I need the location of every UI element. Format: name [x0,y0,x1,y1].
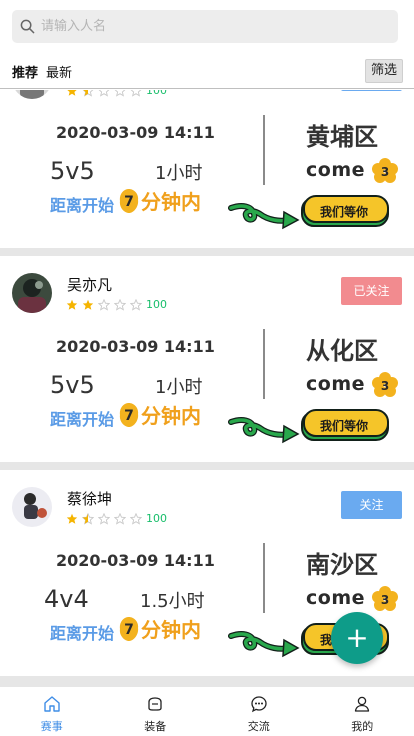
star-full-icon [67,90,77,96]
search-input[interactable] [41,10,381,43]
svg-text:7: 7 [124,408,134,424]
rating-stars: 100 [66,512,167,525]
rating-score: 100 [146,298,167,311]
countdown-badge-icon: 7 [119,617,139,641]
star-empty-icon [114,512,126,525]
svg-text:3: 3 [381,593,389,607]
countdown-text: 分钟内 [141,190,201,214]
match-mode: 5v5 [50,157,95,185]
flower-badge-icon: 3 [372,586,398,611]
svg-text:7: 7 [124,194,134,210]
tab-bar: 推荐 最新 筛选 [0,56,414,89]
star-empty-icon [114,298,126,311]
rating-score: 100 [146,90,167,97]
match-mode: 5v5 [50,371,95,399]
match-datetime: 2020-03-09 14:11 [56,123,215,142]
nav-label: 装备 [144,720,167,733]
tab-recommend[interactable]: 推荐 [12,62,38,81]
nav-label: 赛事 [40,720,63,733]
nav-label: 我的 [351,720,374,733]
star-full-icon [82,299,94,310]
match-duration: 1.5小时 [140,591,205,612]
svg-text:3: 3 [381,165,389,179]
star-full-icon [66,299,78,310]
star-full-icon [66,513,78,524]
divider [263,329,265,399]
start-label: 距离开始 [50,196,115,215]
match-mode: 4v4 [44,585,89,613]
flower-badge-icon: 3 [372,158,398,183]
arrow-icon [228,203,300,230]
avatar[interactable] [12,487,52,527]
wait-button[interactable]: 我们等你 [300,417,388,434]
star-empty-icon [131,90,141,97]
come-text: come [306,587,365,609]
chat-icon [251,696,267,713]
star-half-icon [83,90,93,97]
flower-badge-icon: 3 [372,372,398,397]
star-half-icon [82,512,94,525]
search-icon [20,19,35,34]
star-empty-icon [115,90,125,97]
nav-item-mine[interactable]: 我的 [311,687,414,736]
avatar[interactable] [12,90,52,99]
follow-button[interactable]: 关注 [341,491,402,519]
search-bar[interactable] [12,10,398,43]
start-label: 距离开始 [50,624,115,643]
star-empty-icon [98,512,110,525]
countdown-text: 分钟内 [141,618,201,642]
user-name: 蔡徐坤 [67,490,113,508]
user-icon [355,696,370,712]
filter-button[interactable]: 筛选 [365,59,403,83]
nav-label: 交流 [247,720,270,733]
add-match-button[interactable]: + [331,612,383,664]
divider [263,115,265,185]
district-name: 从化区 [306,337,378,365]
nav-item-events[interactable]: 赛事 [0,687,104,736]
start-label: 距离开始 [50,410,115,429]
bottom-nav: 赛事 装备 交流 我的 [0,686,414,736]
match-card[interactable]: 吴亦凡 100 已关注 2020-03-09 14:11 5v5 1小时 距离开… [0,256,414,462]
gear-bag-icon [148,697,162,711]
rating-score: 100 [146,512,167,525]
svg-text:3: 3 [381,379,389,393]
countdown-badge-icon: 7 [119,189,139,213]
user-name: 吴亦凡 [67,276,113,294]
match-card[interactable]: 100 2020-03-09 14:11 5v5 1小时 距离开始 7 分钟内 … [0,90,414,248]
followed-button[interactable]: 已关注 [341,277,402,305]
come-text: come [306,373,365,395]
tab-latest[interactable]: 最新 [46,62,72,81]
star-empty-icon [130,298,142,311]
star-empty-icon [99,90,109,97]
nav-item-chat[interactable]: 交流 [207,687,311,736]
rating-stars: 100 [66,298,167,311]
star-empty-icon [98,298,110,311]
match-list[interactable]: 100 2020-03-09 14:11 5v5 1小时 距离开始 7 分钟内 … [0,90,414,686]
home-icon [44,696,60,712]
district-name: 南沙区 [306,551,378,579]
follow-button[interactable] [341,90,402,91]
star-empty-icon [130,512,142,525]
district-name: 黄埔区 [306,123,378,151]
wait-button[interactable]: 我们等你 [300,203,388,220]
match-duration: 1小时 [155,163,203,184]
nav-item-equipment[interactable]: 装备 [104,687,208,736]
divider [263,543,265,613]
arrow-icon [228,631,300,658]
svg-text:7: 7 [124,622,134,638]
match-datetime: 2020-03-09 14:11 [56,337,215,356]
match-duration: 1小时 [155,377,203,398]
come-text: come [306,159,365,181]
match-datetime: 2020-03-09 14:11 [56,551,215,570]
arrow-icon [228,417,300,444]
avatar[interactable] [12,273,52,313]
rating-stars: 100 [66,90,167,97]
countdown-text: 分钟内 [141,404,201,428]
countdown-badge-icon: 7 [119,403,139,427]
